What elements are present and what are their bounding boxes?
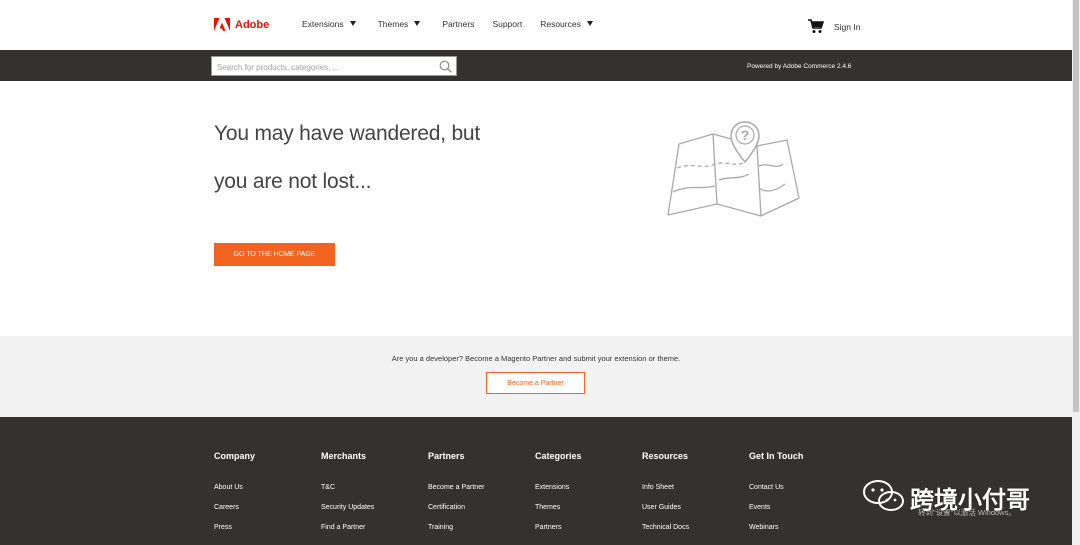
nav-extensions[interactable]: Extensions: [302, 19, 356, 29]
footer-link[interactable]: Contact Us: [749, 484, 803, 491]
footer-link[interactable]: Security Updates: [321, 504, 374, 511]
svg-text:?: ?: [741, 127, 750, 143]
sign-in-link[interactable]: Sign In: [834, 22, 860, 32]
footer-link[interactable]: Technical Docs: [642, 524, 689, 531]
footer-link[interactable]: User Guides: [642, 504, 689, 511]
headline-line-2: you are not lost...: [214, 170, 372, 193]
footer-link[interactable]: T&C: [321, 484, 374, 491]
footer-column-categories: Categories Extensions Themes Partners: [535, 451, 582, 544]
headline-line-1: You may have wandered, but: [214, 122, 481, 145]
watermark-text: 跨境小付哥: [910, 487, 1030, 514]
developer-cta-text: Are you a developer? Become a Magento Pa…: [391, 354, 681, 363]
footer-heading: Partners: [428, 451, 465, 461]
go-home-button[interactable]: GO TO THE HOME PAGE: [214, 243, 335, 266]
footer-link[interactable]: Become a Partner: [428, 484, 484, 491]
footer-heading: Resources: [642, 451, 689, 461]
nav-resources-label: Resources: [540, 19, 581, 29]
powered-by-text: Powered by Adobe Commerce 2.4.6: [747, 63, 852, 70]
footer-heading: Categories: [535, 451, 582, 461]
footer-link[interactable]: Training: [428, 524, 484, 531]
nav-partners-label: Partners: [442, 19, 475, 29]
footer-column-resources: Resources Info Sheet User Guides Technic…: [642, 451, 689, 544]
footer-column-company: Company About Us Careers Press: [214, 451, 255, 544]
search-input[interactable]: [212, 58, 432, 77]
map-pin-icon: ?: [667, 121, 800, 217]
footer-column-merchants: Merchants T&C Security Updates Find a Pa…: [321, 451, 374, 544]
footer-link[interactable]: Webinars: [749, 524, 803, 531]
search-band: Powered by Adobe Commerce 2.4.6: [0, 50, 1072, 81]
footer-heading: Merchants: [321, 451, 367, 461]
adobe-logo-icon: [214, 18, 230, 31]
footer-column-get-in-touch: Get In Touch Contact Us Events Webinars: [749, 451, 803, 544]
footer-link[interactable]: Certification: [428, 504, 484, 511]
top-header: Adobe Extensions Themes Partners Support…: [0, 0, 1072, 50]
footer-link[interactable]: Press: [214, 524, 255, 531]
search-box: [211, 56, 457, 77]
footer-link[interactable]: Events: [749, 504, 803, 511]
search-icon[interactable]: [439, 60, 452, 73]
footer-link[interactable]: Info Sheet: [642, 484, 689, 491]
adobe-logo[interactable]: Adobe: [214, 17, 269, 33]
footer-link[interactable]: Find a Partner: [321, 524, 374, 531]
nav-extensions-label: Extensions: [302, 19, 344, 29]
nav-partners[interactable]: Partners: [442, 19, 474, 29]
developer-cta-band: Are you a developer? Become a Magento Pa…: [0, 336, 1072, 417]
cart-icon[interactable]: [808, 19, 824, 34]
nav-support[interactable]: Support: [492, 19, 522, 29]
page-scrollbar[interactable]: [1072, 0, 1080, 545]
nav-support-label: Support: [492, 19, 523, 29]
logo-text: Adobe: [235, 19, 270, 31]
footer-heading: Get In Touch: [749, 451, 804, 461]
nav-themes[interactable]: Themes: [378, 19, 421, 29]
footer-link[interactable]: Themes: [535, 504, 582, 511]
main-nav: Extensions Themes Partners Support Resou…: [302, 19, 593, 29]
footer-link[interactable]: Careers: [214, 504, 255, 511]
footer-link[interactable]: Extensions: [535, 484, 582, 491]
caret-down-icon: [414, 20, 421, 26]
nav-resources[interactable]: Resources: [540, 19, 593, 29]
footer-heading: Company: [214, 451, 256, 461]
caret-down-icon: [586, 20, 593, 26]
nav-themes-label: Themes: [377, 19, 409, 29]
footer-column-partners: Partners Become a Partner Certification …: [428, 451, 484, 544]
wechat-icon: [863, 480, 904, 511]
caret-down-icon: [349, 20, 356, 26]
become-partner-button[interactable]: Become a Partner: [486, 372, 585, 394]
footer-link[interactable]: Partners: [535, 524, 582, 531]
scrollbar-thumb[interactable]: [1073, 0, 1079, 412]
footer-link[interactable]: About Us: [214, 484, 255, 491]
